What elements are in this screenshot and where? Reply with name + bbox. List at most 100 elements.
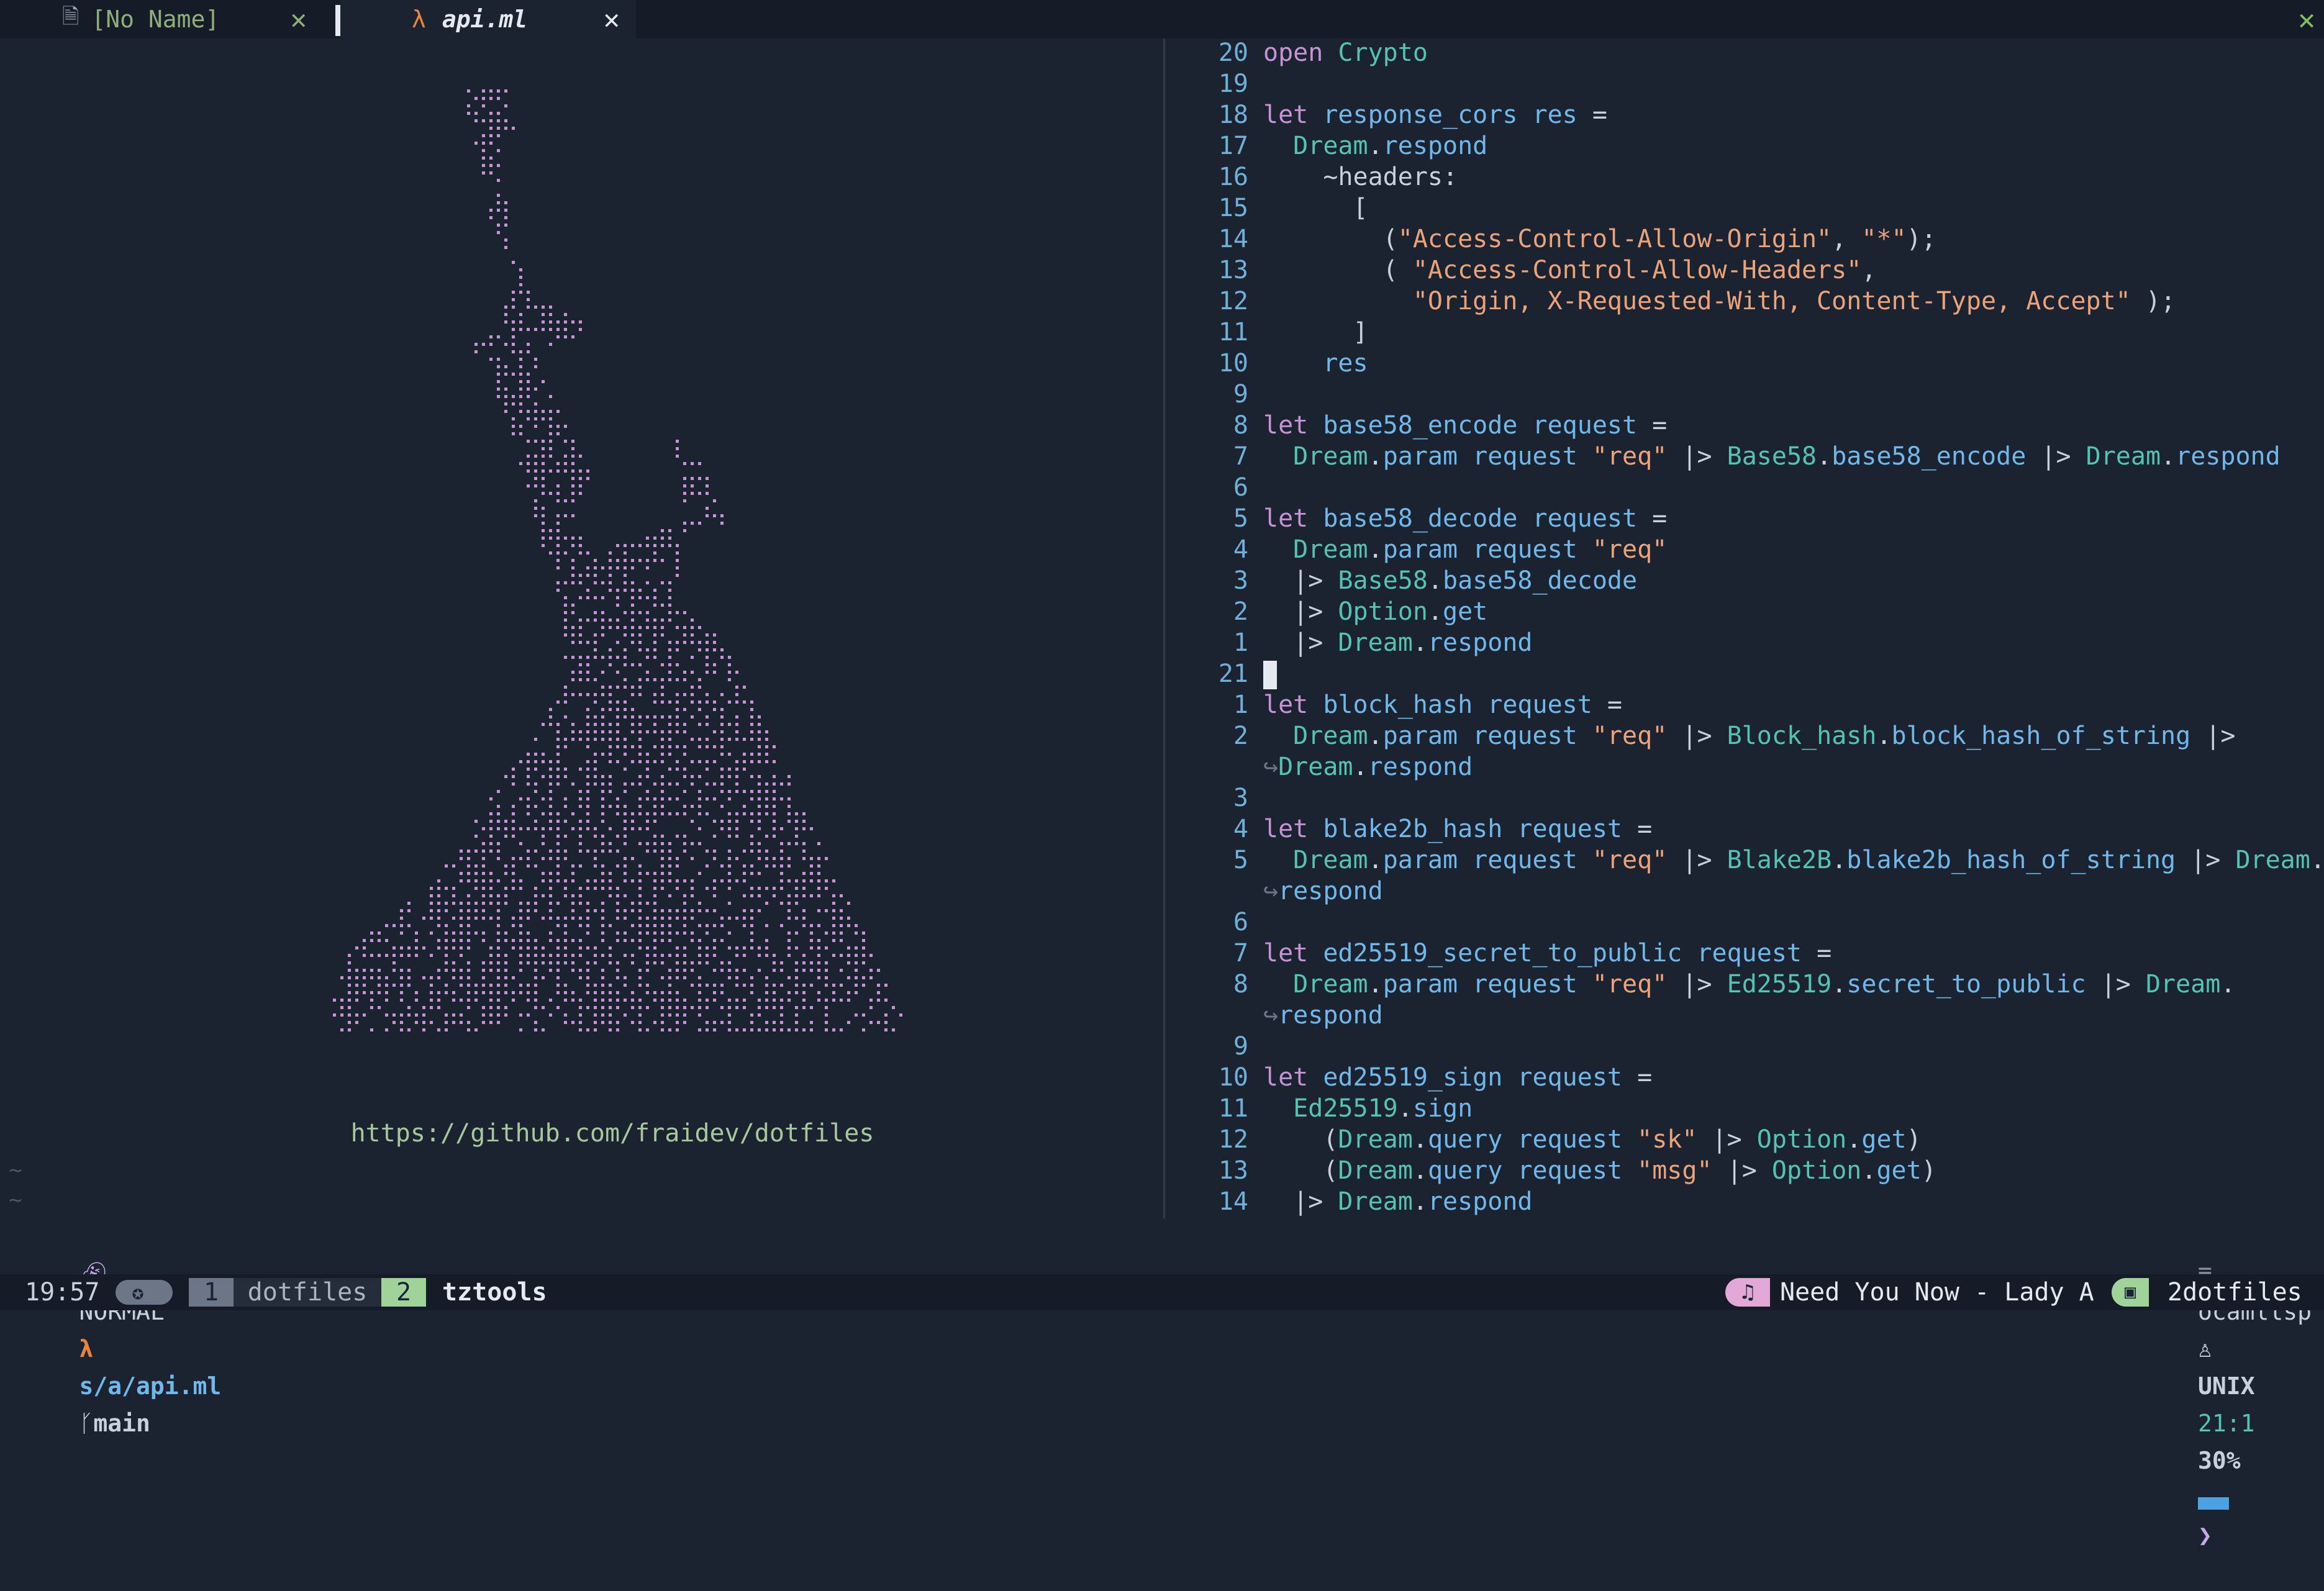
code-token: Dream: [1293, 722, 1368, 750]
window-index[interactable]: 1: [189, 1278, 234, 1307]
art-dot: [355, 1021, 358, 1024]
code-line[interactable]: 20 open Crypto: [1168, 37, 2324, 68]
code-token: "msg": [1637, 1156, 1712, 1185]
art-dot: [542, 417, 545, 420]
code-line[interactable]: 15 [: [1168, 193, 2324, 224]
art-dot: [534, 999, 537, 1002]
code-line[interactable]: 9: [1168, 1031, 2324, 1062]
art-dot: [773, 745, 776, 748]
code-token: request: [1473, 970, 1577, 999]
art-dot: [579, 328, 582, 331]
code-line[interactable]: 4 let blake2b_hash request =: [1168, 814, 2324, 845]
art-dot: [646, 581, 649, 584]
art-dot: [564, 984, 567, 987]
art-dot: [556, 969, 560, 972]
code-line[interactable]: 14 |> Dream.respond: [1168, 1186, 2324, 1217]
art-dot: [512, 432, 515, 435]
art-dot: [668, 529, 671, 532]
code-line[interactable]: 9: [1168, 379, 2324, 410]
art-dot: [512, 835, 515, 838]
code-line[interactable]: ↪respond: [1168, 876, 2324, 907]
art-dot: [609, 1028, 612, 1031]
art-dot: [571, 864, 574, 868]
art-dot: [601, 984, 604, 987]
art-dot: [788, 1028, 791, 1031]
code-line[interactable]: 10 let ed25519_sign request =: [1168, 1062, 2324, 1093]
window-name-dotfiles[interactable]: dotfiles: [234, 1278, 381, 1307]
code-token: .: [1412, 1156, 1428, 1185]
code-line[interactable]: 8 let base58_encode request =: [1168, 410, 2324, 441]
code-line[interactable]: 1 let block_hash request =: [1168, 689, 2324, 720]
code-line[interactable]: 13 (Dream.query request "msg" |> Option.…: [1168, 1155, 2324, 1186]
art-dot: [653, 596, 656, 599]
code-line[interactable]: 5 Dream.param request "req" |> Blake2B.b…: [1168, 845, 2324, 876]
code-line[interactable]: 12 (Dream.query request "sk" |> Option.g…: [1168, 1124, 2324, 1155]
art-dot: [668, 730, 671, 733]
art-dot: [519, 291, 522, 294]
code-line[interactable]: 2 |> Option.get: [1168, 596, 2324, 627]
code-editor-pane[interactable]: 20 open Crypto 19 18 let response_cors res =…: [1168, 37, 2324, 1217]
art-dot: [624, 566, 627, 569]
art-dot: [489, 209, 492, 212]
code-line[interactable]: 16 ~headers:: [1168, 161, 2324, 193]
code-line[interactable]: 14 ("Access-Control-Allow-Origin", "*");: [1168, 224, 2324, 255]
art-dot: [802, 827, 806, 830]
art-dot: [676, 782, 679, 786]
art-dot: [527, 797, 530, 800]
art-dot: [750, 775, 753, 778]
close-tab-icon[interactable]: ✕: [291, 4, 307, 35]
art-dot: [482, 902, 485, 905]
code-line[interactable]: 21: [1168, 658, 2324, 689]
art-dot: [482, 104, 485, 107]
art-dot: [601, 902, 604, 905]
art-dot: [601, 775, 604, 778]
code-token: Dream: [1338, 628, 1413, 657]
code-line[interactable]: 7 let ed25519_secret_to_public request =: [1168, 938, 2324, 969]
code-token: ed25519_secret_to_public: [1323, 939, 1682, 968]
close-all-icon[interactable]: ✕: [2298, 2, 2315, 36]
window-split-divider[interactable]: [1163, 39, 1165, 1218]
dotfiles-url[interactable]: https://github.com/fraidev/dotfiles: [0, 1119, 1225, 1148]
art-dot: [631, 760, 634, 763]
code-line[interactable]: 18 let response_cors res =: [1168, 99, 2324, 130]
art-dot: [765, 984, 768, 987]
code-line[interactable]: 11 ]: [1168, 317, 2324, 348]
code-line[interactable]: 19: [1168, 68, 2324, 99]
art-dot: [638, 715, 642, 718]
close-tab-icon[interactable]: ✕: [604, 4, 620, 35]
code-line[interactable]: 8 Dream.param request "req" |> Ed25519.s…: [1168, 969, 2324, 1000]
line-number: 8: [1233, 411, 1248, 440]
code-line[interactable]: 1 |> Dream.respond: [1168, 627, 2324, 658]
art-dot: [698, 939, 701, 942]
code-token: let: [1263, 815, 1309, 843]
code-line[interactable]: 7 Dream.param request "req" |> Base58.ba…: [1168, 441, 2324, 472]
window-name-tztools[interactable]: tztools: [426, 1274, 547, 1310]
code-line[interactable]: 3: [1168, 782, 2324, 814]
code-line[interactable]: 6: [1168, 907, 2324, 938]
code-line[interactable]: 4 Dream.param request "req": [1168, 534, 2324, 565]
art-dot: [676, 708, 679, 711]
code-line[interactable]: ↪Dream.respond: [1168, 751, 2324, 782]
art-dot: [691, 492, 694, 495]
art-dot: [549, 410, 552, 413]
code-line[interactable]: 13 ( "Access-Control-Allow-Headers",: [1168, 255, 2324, 286]
code-line[interactable]: 10 res: [1168, 348, 2324, 379]
art-dot: [452, 864, 455, 868]
code-line[interactable]: 3 |> Base58.base58_decode: [1168, 565, 2324, 596]
code-line[interactable]: 6: [1168, 472, 2324, 503]
dashboard-pane[interactable]: https://github.com/fraidev/dotfiles ~ ~: [0, 39, 1163, 1218]
code-line[interactable]: ↪respond: [1168, 1000, 2324, 1031]
art-dot: [556, 827, 560, 830]
code-line[interactable]: 12 "Origin, X-Requested-With, Content-Ty…: [1168, 286, 2324, 317]
code-line[interactable]: 2 Dream.param request "req" |> Block_has…: [1168, 720, 2324, 751]
tab-no-name[interactable]: 🗎 [No Name] ✕: [0, 0, 323, 39]
code-line[interactable]: 11 Ed25519.sign: [1168, 1093, 2324, 1124]
art-dot: [817, 887, 820, 890]
art-dot: [638, 1028, 642, 1031]
art-dot: [474, 343, 478, 346]
code-line[interactable]: 17 Dream.respond: [1168, 130, 2324, 161]
code-line[interactable]: 5 let base58_decode request =: [1168, 503, 2324, 534]
window-index[interactable]: 2: [381, 1278, 426, 1307]
art-dot: [743, 999, 746, 1002]
tab-api-ml[interactable]: λ api.ml ✕: [340, 0, 636, 39]
